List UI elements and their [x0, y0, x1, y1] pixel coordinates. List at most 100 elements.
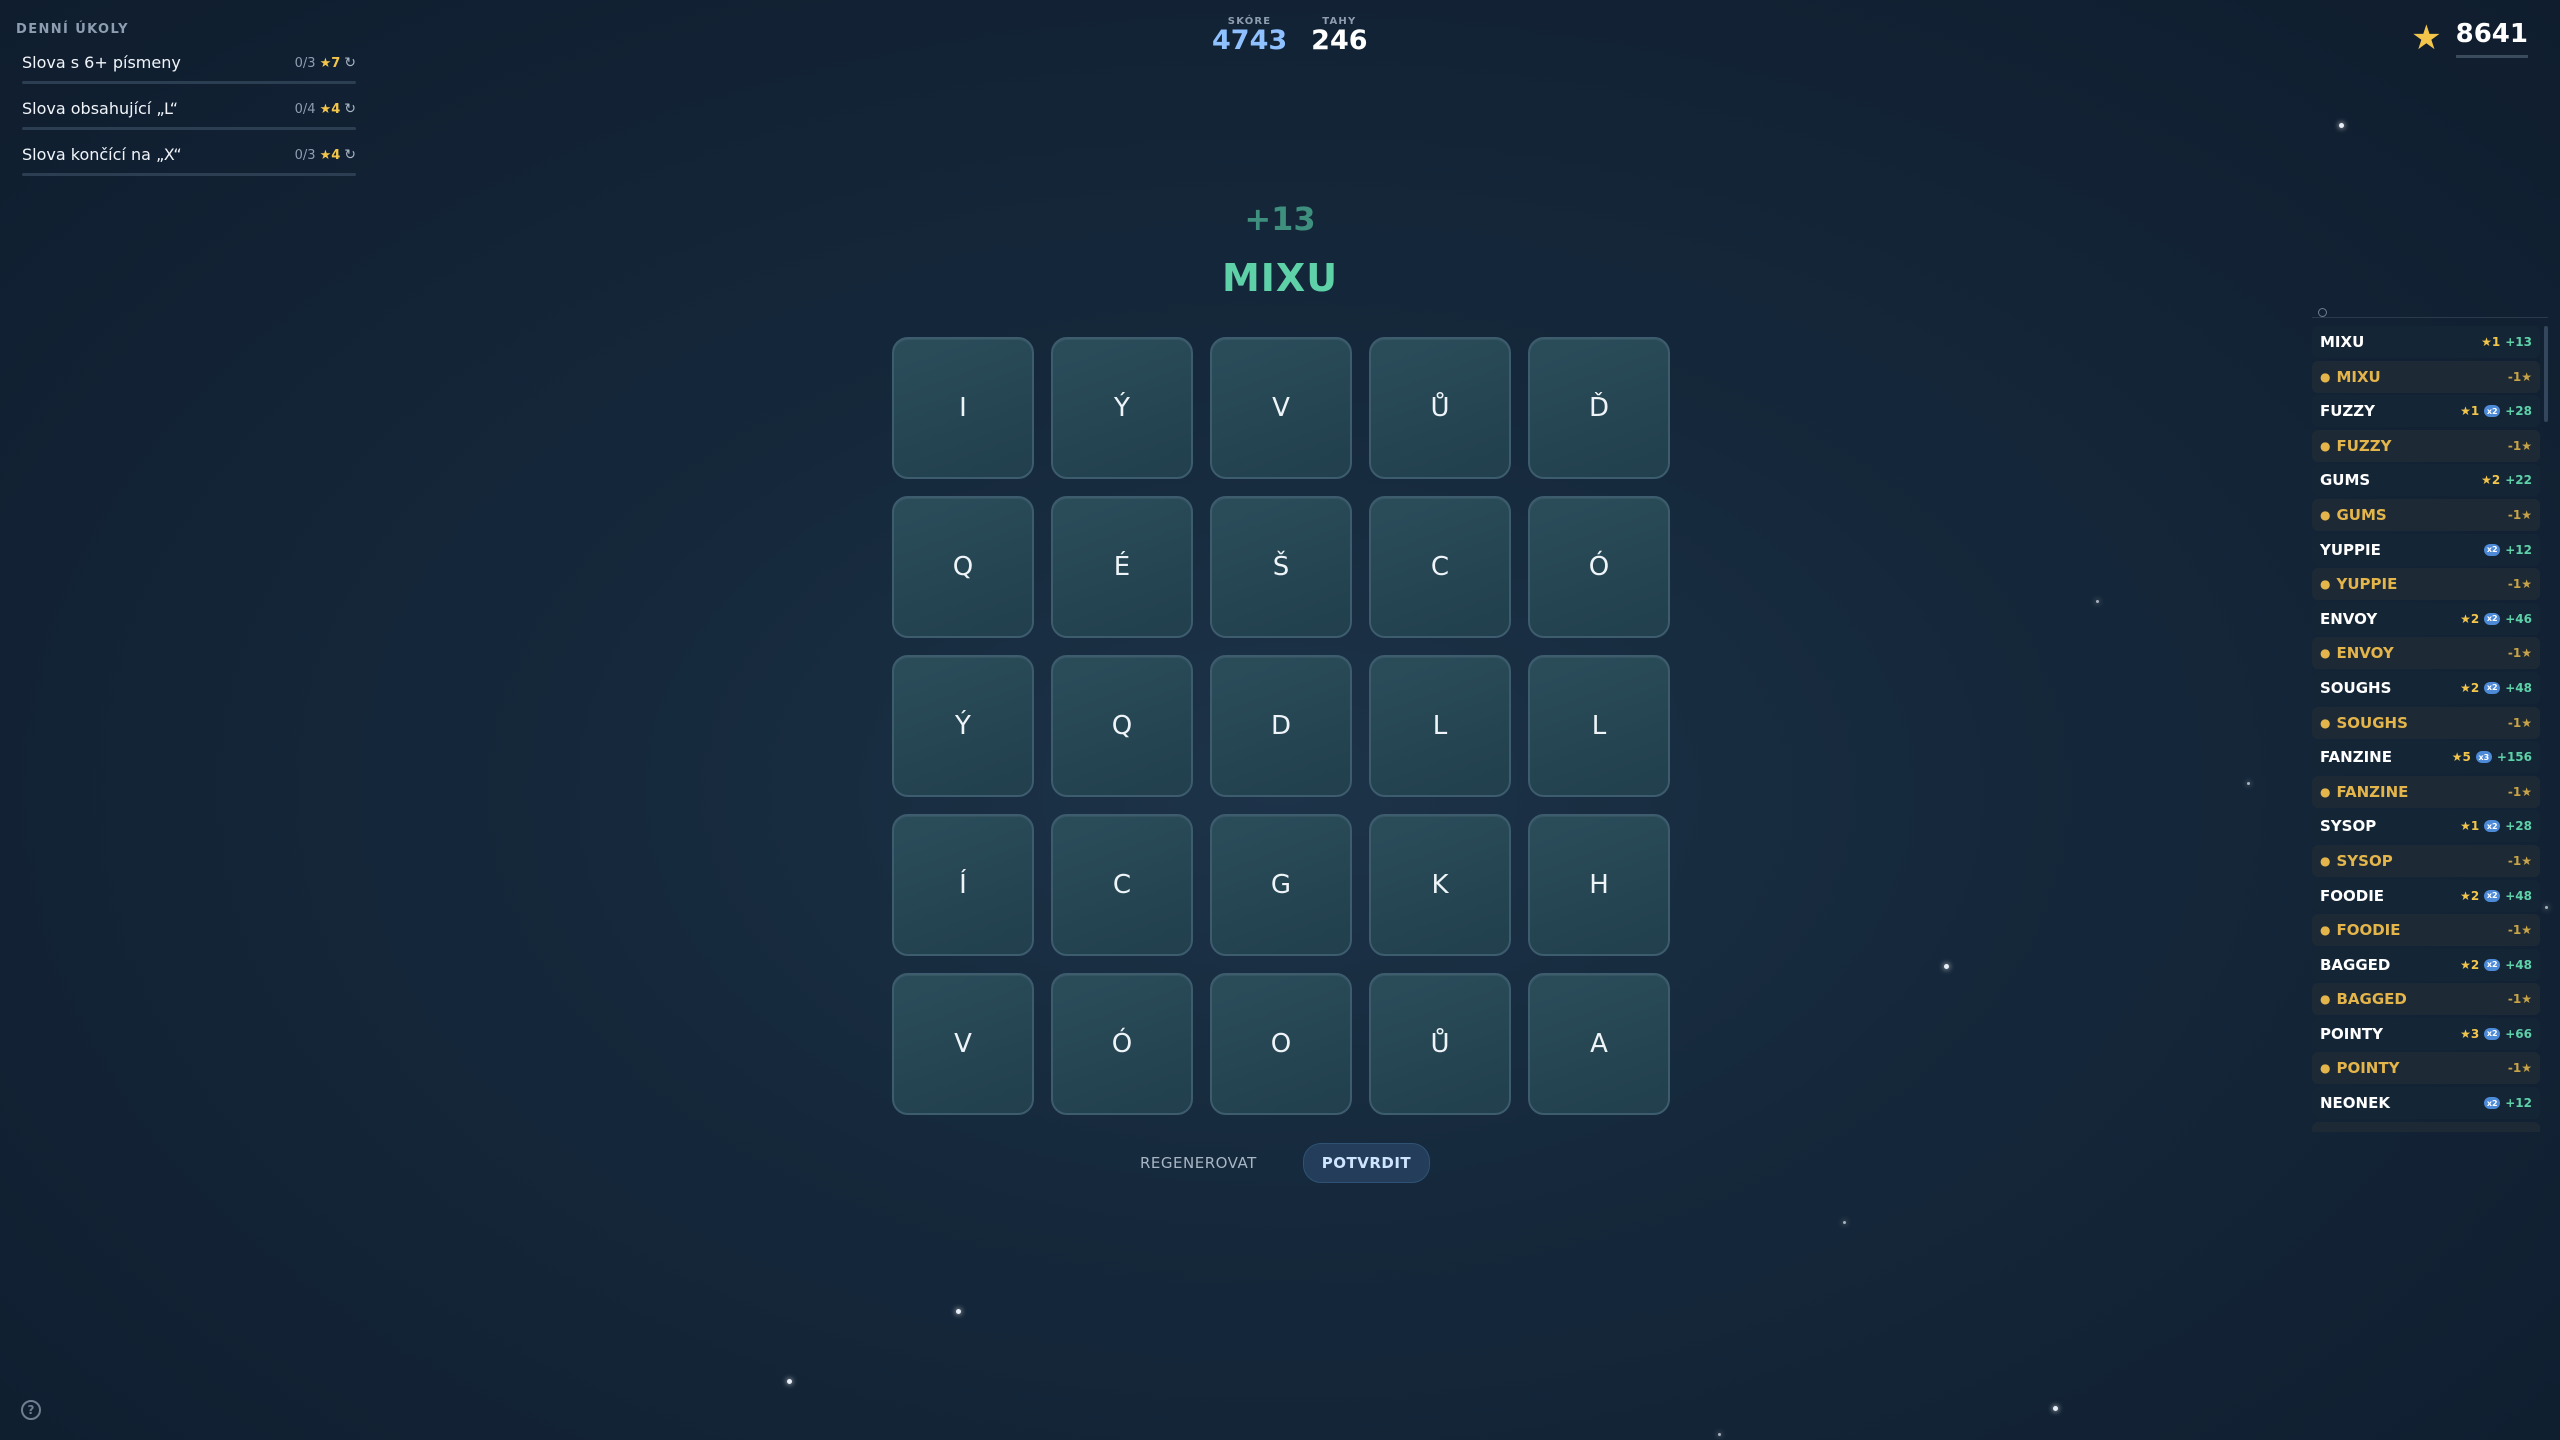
letter-tile[interactable]: É — [1051, 496, 1193, 638]
history-word: FUZZY — [2336, 436, 2392, 455]
word-history-panel: MIXU ★1 +13 ● MIXU -1★ FUZZY ★1 x2 +28 ● FUZZY -1★ GU… — [2312, 308, 2548, 1132]
task-progress-bar — [22, 81, 356, 84]
letter-tile[interactable]: Ó — [1528, 496, 1670, 638]
refresh-icon[interactable]: ↻ — [344, 55, 356, 71]
history-word-row[interactable]: NEONEK x2 +12 — [2312, 1087, 2540, 1120]
letter-tile[interactable]: H — [1528, 814, 1670, 956]
action-bar: REGENEROVAT POTVRDIT — [1140, 1143, 1431, 1183]
letter-tile[interactable]: Q — [1051, 655, 1193, 797]
multiplier-badge: x2 — [2484, 1097, 2501, 1110]
history-hint-row[interactable]: ● FUZZY -1★ — [2312, 429, 2540, 462]
letter-tile[interactable]: Ď — [1528, 337, 1670, 479]
letter-tile[interactable]: C — [1369, 496, 1511, 638]
history-header — [2312, 308, 2548, 318]
multiplier-badge: x2 — [2484, 681, 2501, 694]
letter-tile[interactable]: Í — [892, 814, 1034, 956]
letter-tile[interactable]: V — [1210, 337, 1352, 479]
history-row-right: -1★ — [2508, 508, 2532, 522]
history-word: FANZINE — [2320, 748, 2392, 767]
confirm-button[interactable]: POTVRDIT — [1302, 1143, 1431, 1183]
letter-tile[interactable]: Ó — [1051, 973, 1193, 1115]
history-word-row[interactable]: POINTY ★3 x2 +66 — [2312, 1017, 2540, 1050]
history-points: +28 — [2505, 819, 2532, 834]
letter-tile[interactable]: I — [892, 337, 1034, 479]
history-hint-row[interactable]: ● SOUGHS -1★ — [2312, 706, 2540, 739]
regenerate-button[interactable]: REGENEROVAT — [1140, 1154, 1257, 1172]
history-word-row[interactable]: SYSOP ★1 x2 +28 — [2312, 810, 2540, 843]
history-row-left: FOODIE — [2320, 887, 2384, 905]
letter-tile[interactable]: Ů — [1369, 337, 1511, 479]
letter-tile[interactable]: O — [1210, 973, 1352, 1115]
history-stars: ★5 — [2451, 750, 2471, 765]
letter-tile[interactable]: Ý — [892, 655, 1034, 797]
history-word: SOUGHS — [2320, 678, 2392, 697]
multiplier-badge: x2 — [2484, 1027, 2501, 1040]
task-item[interactable]: Slova končící na „X“ 0/3 ★4 ↻ — [16, 139, 356, 185]
history-hint-row[interactable]: ● GUMS -1★ — [2312, 498, 2540, 531]
letter-tile[interactable]: Ů — [1369, 973, 1511, 1115]
history-row-right: ★2 +22 — [2481, 473, 2532, 487]
lightbulb-icon: ● — [2320, 992, 2331, 1007]
history-row-left: ● FUZZY — [2320, 437, 2392, 455]
background-star — [1843, 1221, 1846, 1224]
letter-tile[interactable]: Ý — [1051, 337, 1193, 479]
history-hint-row[interactable]: ● NEONEK -1★ — [2312, 1121, 2540, 1132]
letter-tile[interactable]: L — [1528, 655, 1670, 797]
history-word: YUPPIE — [2336, 575, 2398, 594]
history-word-row[interactable]: YUPPIE x2 +12 — [2312, 533, 2540, 566]
history-word-row[interactable]: FANZINE ★5 x3 +156 — [2312, 741, 2540, 774]
history-row-right: ★5 x3 +156 — [2452, 750, 2532, 764]
history-word: GUMS — [2336, 505, 2387, 524]
letter-tile[interactable]: G — [1210, 814, 1352, 956]
history-word-row[interactable]: FUZZY ★1 x2 +28 — [2312, 395, 2540, 428]
history-word: BAGGED — [2320, 955, 2391, 974]
history-row-right: -1★ — [2508, 854, 2532, 868]
history-hint-row[interactable]: ● MIXU -1★ — [2312, 360, 2540, 393]
history-points: -1★ — [2507, 715, 2532, 730]
history-word-row[interactable]: GUMS ★2 +22 — [2312, 464, 2540, 497]
help-icon[interactable]: ? — [21, 1400, 41, 1420]
history-hint-row[interactable]: ● FANZINE -1★ — [2312, 775, 2540, 808]
history-points: +28 — [2505, 404, 2532, 419]
history-row-left: NEONEK — [2320, 1094, 2390, 1112]
letter-tile[interactable]: K — [1369, 814, 1511, 956]
history-stars: ★2 — [2481, 473, 2501, 488]
refresh-icon[interactable]: ↻ — [344, 147, 356, 163]
lightbulb-icon: ● — [2320, 646, 2331, 661]
lightbulb-icon: ● — [2320, 923, 2331, 938]
history-scrollbar[interactable] — [2544, 326, 2548, 422]
history-hint-row[interactable]: ● YUPPIE -1★ — [2312, 568, 2540, 601]
history-word-row[interactable]: ENVOY ★2 x2 +46 — [2312, 602, 2540, 635]
background-star — [2339, 123, 2344, 128]
history-clock-icon — [2318, 308, 2327, 317]
letter-tile[interactable]: Š — [1210, 496, 1352, 638]
history-points: -1★ — [2507, 438, 2532, 453]
history-hint-row[interactable]: ● FOODIE -1★ — [2312, 914, 2540, 947]
history-hint-row[interactable]: ● POINTY -1★ — [2312, 1052, 2540, 1085]
history-row-right: -1★ — [2508, 992, 2532, 1006]
history-hint-row[interactable]: ● ENVOY -1★ — [2312, 637, 2540, 670]
history-points: +12 — [2505, 1096, 2532, 1111]
history-row-left: YUPPIE — [2320, 541, 2381, 559]
history-word-row[interactable]: BAGGED ★2 x2 +48 — [2312, 948, 2540, 981]
letter-tile[interactable]: D — [1210, 655, 1352, 797]
letter-tile[interactable]: Q — [892, 496, 1034, 638]
lightbulb-icon: ● — [2320, 784, 2331, 799]
letter-tile[interactable]: V — [892, 973, 1034, 1115]
history-row-left: ENVOY — [2320, 610, 2377, 628]
history-stars: ★2 — [2460, 680, 2480, 695]
refresh-icon[interactable]: ↻ — [344, 101, 356, 117]
history-word-row[interactable]: SOUGHS ★2 x2 +48 — [2312, 671, 2540, 704]
history-row-right: -1★ — [2508, 646, 2532, 660]
history-row-left: ● ENVOY — [2320, 644, 2394, 662]
history-hint-row[interactable]: ● SYSOP -1★ — [2312, 844, 2540, 877]
history-hint-row[interactable]: ● BAGGED -1★ — [2312, 983, 2540, 1016]
task-item[interactable]: Slova s 6+ písmeny 0/3 ★7 ↻ — [16, 47, 356, 93]
letter-tile[interactable]: C — [1051, 814, 1193, 956]
task-item[interactable]: Slova obsahující „L“ 0/4 ★4 ↻ — [16, 93, 356, 139]
letter-tile[interactable]: L — [1369, 655, 1511, 797]
history-word-row[interactable]: MIXU ★1 +13 — [2312, 326, 2540, 358]
history-word-row[interactable]: FOODIE ★2 x2 +48 — [2312, 879, 2540, 912]
letter-tile[interactable]: A — [1528, 973, 1670, 1115]
history-points: +13 — [2505, 335, 2532, 349]
